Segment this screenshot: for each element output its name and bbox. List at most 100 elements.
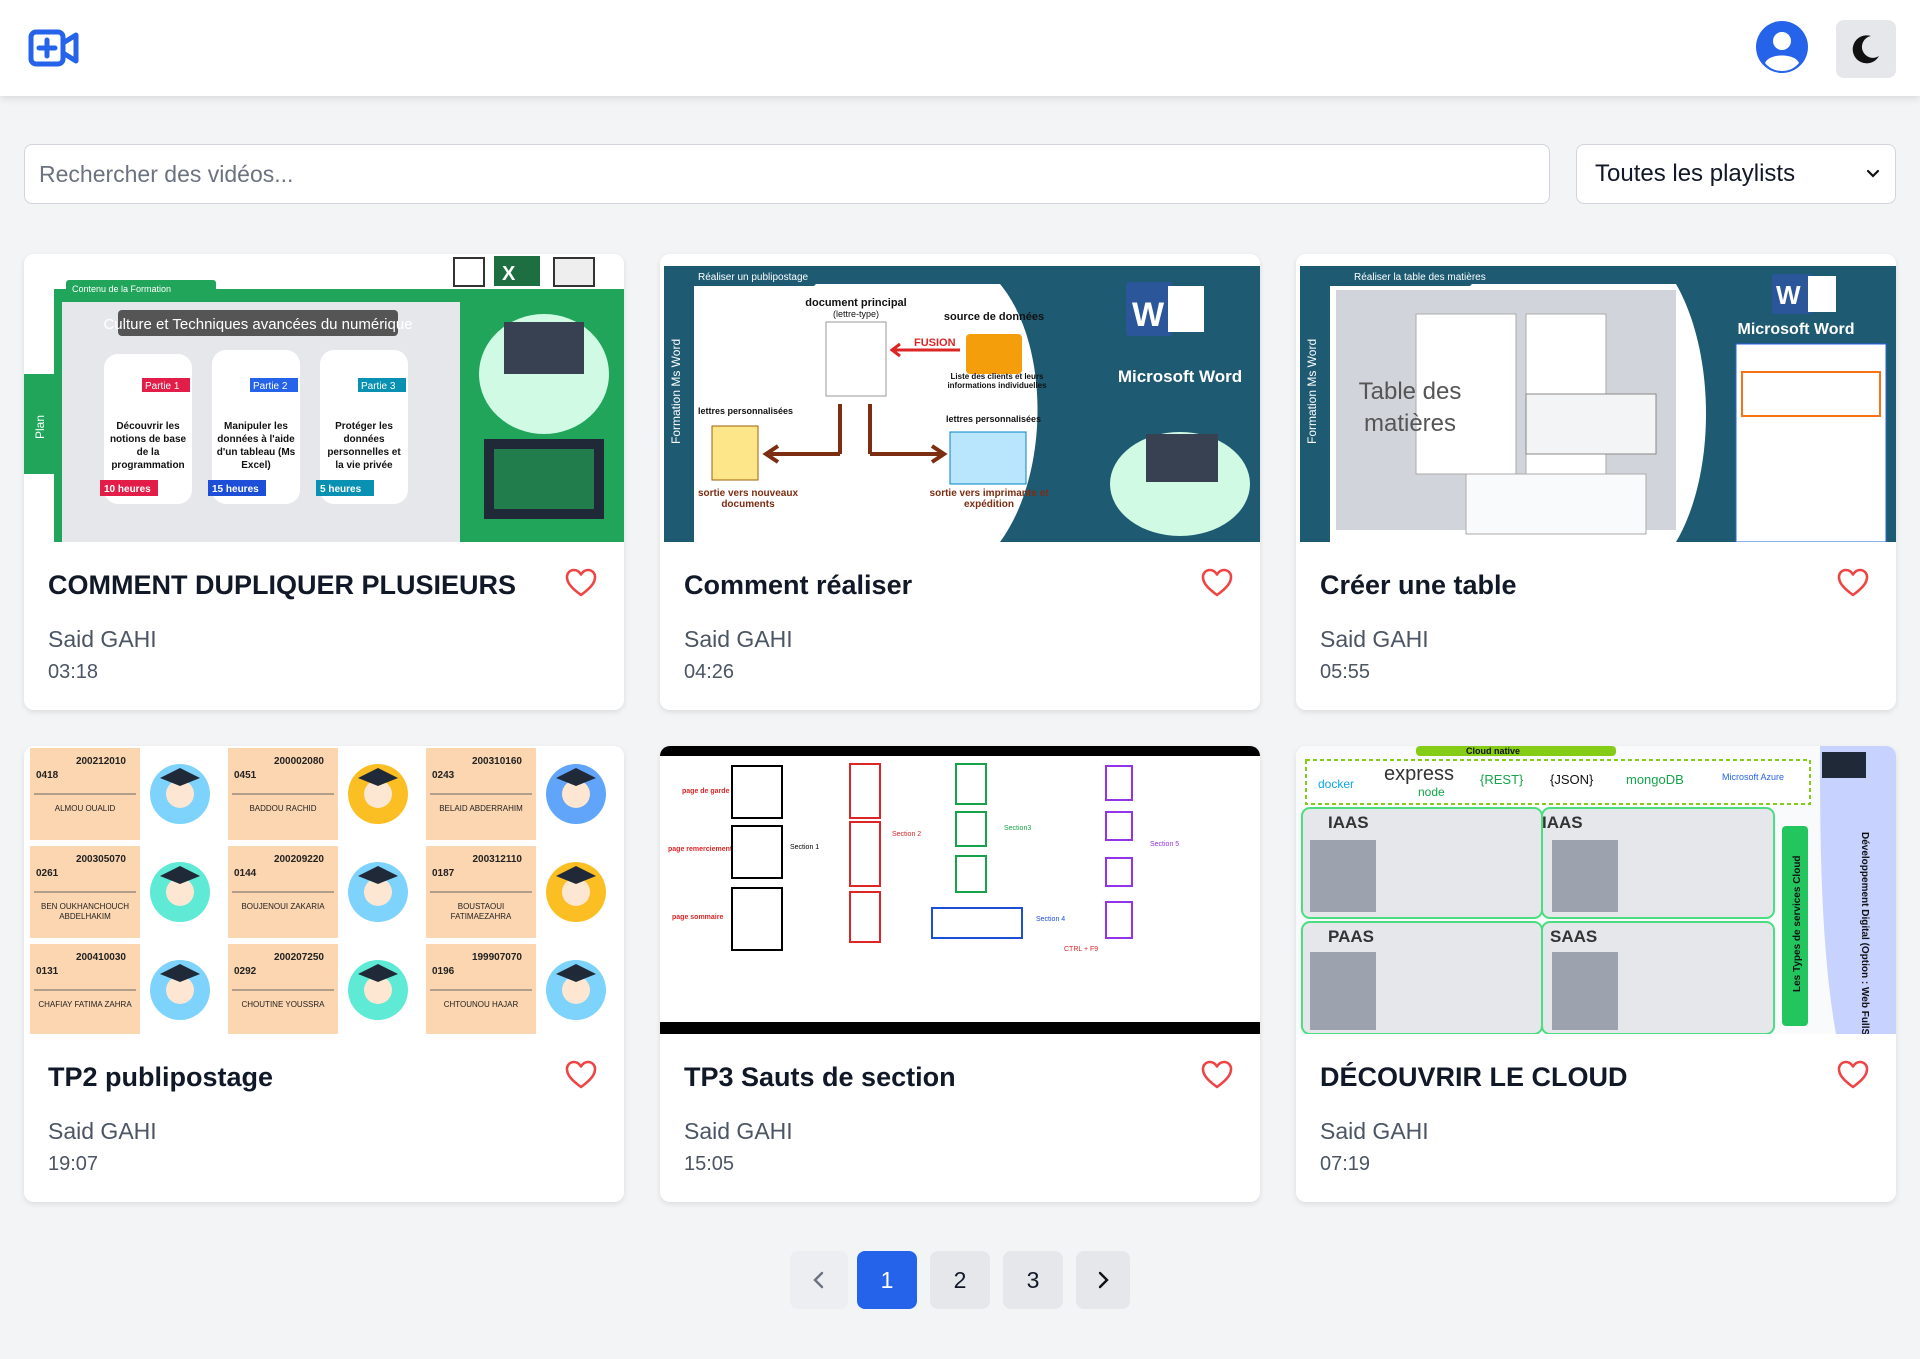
- prev-page-button[interactable]: [790, 1251, 848, 1309]
- video-title[interactable]: Créer une table: [1320, 570, 1820, 601]
- video-duration: 03:18: [48, 661, 99, 683]
- svg-text:page remerciement: page remerciement: [668, 846, 733, 853]
- heart-outline-icon[interactable]: [1200, 566, 1234, 600]
- chevron-down-icon: [1866, 169, 1880, 178]
- thumb-brand: Microsoft Word: [1118, 367, 1242, 386]
- video-plus-icon[interactable]: [28, 28, 80, 68]
- video-duration: 15:05: [684, 1153, 735, 1175]
- excel-icon: [494, 256, 540, 286]
- heart-outline-icon[interactable]: [1836, 566, 1870, 600]
- svg-text:(lettre-type): (lettre-type): [833, 309, 879, 319]
- svg-text:15 heures: 15 heures: [212, 484, 259, 495]
- svg-text:document principal: document principal: [805, 297, 906, 309]
- video-author: Said GAHI: [48, 1118, 157, 1144]
- student-name: CHAFIAY FATIMA ZAHRA: [38, 1000, 132, 1009]
- page-button-3[interactable]: 3: [1003, 1251, 1063, 1309]
- video-card[interactable]: Plan Contenu de la Formation X Culture e…: [24, 254, 624, 710]
- thumb-tag: Contenu de la Formation: [72, 284, 171, 294]
- svg-text:{REST}: {REST}: [1480, 772, 1524, 787]
- envelope-icon: [949, 431, 1027, 485]
- video-thumbnail[interactable]: Réaliser un publipostage Formation Ms Wo…: [660, 254, 1260, 542]
- theme-toggle-button[interactable]: [1836, 20, 1896, 78]
- svg-text:PAAS: PAAS: [1328, 927, 1374, 946]
- svg-text:10 heures: 10 heures: [104, 484, 151, 495]
- video-title[interactable]: TP2 publipostage: [48, 1062, 548, 1093]
- thumb-banner: Culture et Techniques avancées du numéri…: [103, 316, 412, 333]
- student-name: ALMOU OUALID: [54, 804, 116, 813]
- svg-text:{JSON}: {JSON}: [1550, 772, 1594, 787]
- page-button-2[interactable]: 2: [930, 1251, 990, 1309]
- svg-text:docker: docker: [1318, 777, 1354, 791]
- svg-text:Section 2: Section 2: [892, 831, 921, 838]
- heart-outline-icon[interactable]: [564, 566, 598, 600]
- playlist-select[interactable]: Toutes les playlists: [1576, 144, 1896, 204]
- video-thumbnail[interactable]: page de garde page remerciement page som…: [660, 746, 1260, 1034]
- video-card[interactable]: Cloud native docker express node {REST} …: [1296, 746, 1896, 1202]
- svg-text:IAAS: IAAS: [1542, 813, 1583, 832]
- dialog-box: [1525, 393, 1657, 455]
- svg-text:Microsoft Azure: Microsoft Azure: [1722, 772, 1784, 782]
- part-card: Partie 3 Protéger les données personnell…: [316, 350, 408, 504]
- video-thumbnail[interactable]: 200212010 0418 ALMOU OUALID 200002080 0451 BA…: [24, 746, 624, 1034]
- svg-text:Section 4: Section 4: [1036, 916, 1065, 923]
- thumb-top-label: Cloud native: [1466, 746, 1520, 756]
- video-thumbnail[interactable]: Cloud native docker express node {REST} …: [1296, 746, 1896, 1034]
- student-number: 0451: [234, 770, 257, 781]
- folder-icon: [966, 334, 1022, 374]
- svg-text:Partie 2: Partie 2: [253, 381, 288, 392]
- student-number: 0131: [36, 966, 59, 977]
- video-title[interactable]: TP3 Sauts de section: [684, 1062, 1184, 1093]
- board-icon: [1822, 752, 1866, 778]
- svg-text:node: node: [1418, 785, 1445, 799]
- svg-text:W: W: [1776, 280, 1801, 310]
- student-name: CHOUTINE YOUSSRA: [241, 1000, 325, 1009]
- video-title[interactable]: COMMENT DUPLIQUER PLUSIEURS: [48, 570, 548, 601]
- svg-text:express: express: [1384, 763, 1454, 785]
- student-name: CHTOUNOU HAJAR: [443, 1000, 519, 1009]
- video-card[interactable]: 200212010 0418 ALMOU OUALID 200002080 0451 BA…: [24, 746, 624, 1202]
- svg-text:page sommaire: page sommaire: [672, 914, 723, 921]
- heart-outline-icon[interactable]: [1200, 1058, 1234, 1092]
- video-thumbnail[interactable]: Plan Contenu de la Formation X Culture e…: [24, 254, 624, 542]
- svg-text:5 heures: 5 heures: [320, 484, 362, 495]
- svg-text:FUSION: FUSION: [914, 337, 956, 349]
- student-name: BEN OUKHANCHOUCH ABDELHAKIM: [40, 902, 129, 921]
- svg-text:Partie 1: Partie 1: [145, 381, 180, 392]
- student-id: 200305070: [76, 854, 126, 865]
- video-title[interactable]: DÉCOUVRIR LE CLOUD: [1320, 1062, 1820, 1093]
- video-author: Said GAHI: [48, 626, 157, 652]
- chevron-right-icon: [1098, 1271, 1109, 1289]
- svg-text:source de données: source de données: [944, 311, 1044, 323]
- student-number: 0187: [432, 868, 455, 879]
- student-name: BOUJENOUI ZAKARIA: [241, 902, 325, 911]
- video-card[interactable]: page de garde page remerciement page som…: [660, 746, 1260, 1202]
- student-number: 0243: [432, 770, 455, 781]
- svg-text:Les Types de services Cloud: Les Types de services Cloud: [1792, 855, 1803, 992]
- svg-text:CTRL + F9: CTRL + F9: [1064, 946, 1098, 953]
- svg-text:mongoDB: mongoDB: [1626, 772, 1684, 787]
- student-name: BADDOU RACHID: [249, 804, 317, 813]
- laptop-illustration: [1146, 434, 1218, 482]
- student-id: 200002080: [274, 756, 324, 767]
- svg-text:W: W: [1132, 296, 1165, 334]
- video-duration: 04:26: [684, 661, 735, 683]
- video-thumbnail[interactable]: Réaliser la table des matières Formation…: [1296, 254, 1896, 542]
- video-duration: 05:55: [1320, 661, 1371, 683]
- video-card[interactable]: Réaliser un publipostage Formation Ms Wo…: [660, 254, 1260, 710]
- part-card: Partie 1 Découvrir les notions de base d…: [100, 354, 192, 504]
- search-input[interactable]: [24, 144, 1550, 204]
- user-circle-icon[interactable]: [1755, 20, 1809, 74]
- next-page-button[interactable]: [1076, 1251, 1130, 1309]
- svg-text:Section 5: Section 5: [1150, 841, 1179, 848]
- heart-outline-icon[interactable]: [1836, 1058, 1870, 1092]
- page-button-1[interactable]: 1: [857, 1251, 917, 1309]
- student-id: 200212010: [76, 756, 126, 767]
- svg-text:X: X: [502, 263, 516, 285]
- student-id: 200312110: [472, 854, 522, 865]
- video-author: Said GAHI: [684, 1118, 793, 1144]
- video-title[interactable]: Comment réaliser: [684, 570, 1184, 601]
- heart-outline-icon[interactable]: [564, 1058, 598, 1092]
- video-card[interactable]: Réaliser la table des matières Formation…: [1296, 254, 1896, 710]
- thumb-side-label: Plan: [33, 415, 47, 439]
- student-id: 199907070: [472, 952, 522, 963]
